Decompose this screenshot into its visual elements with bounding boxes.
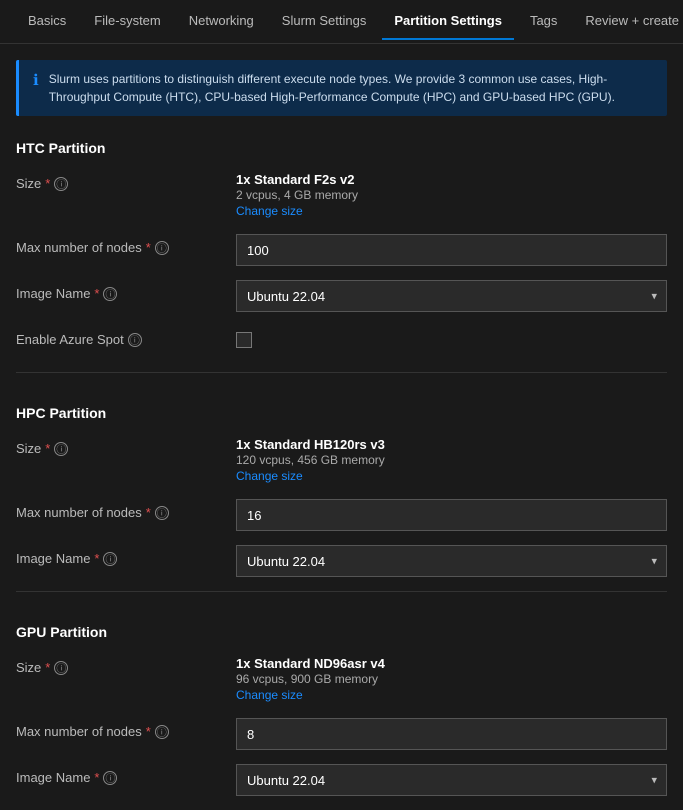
nav-basics[interactable]: Basics xyxy=(16,3,78,40)
gpu-max-nodes-required: * xyxy=(146,724,151,739)
hpc-max-nodes-row: Max number of nodes * ⓘ xyxy=(16,499,667,531)
htc-azure-spot-row: Enable Azure Spot ⓘ xyxy=(16,326,667,358)
htc-title: HTC Partition xyxy=(16,140,667,156)
htc-size-display: 1x Standard F2s v2 2 vcpus, 4 GB memory … xyxy=(236,170,667,220)
htc-image-select[interactable]: Ubuntu 22.04 Ubuntu 20.04 CentOS 7 xyxy=(236,280,667,312)
gpu-size-name: 1x Standard ND96asr v4 xyxy=(236,656,667,671)
htc-max-nodes-info-icon[interactable]: ⓘ xyxy=(155,241,169,255)
htc-image-label: Image Name * ⓘ xyxy=(16,280,236,301)
hpc-max-nodes-info-icon[interactable]: ⓘ xyxy=(155,506,169,520)
nav-partition[interactable]: Partition Settings xyxy=(382,3,514,40)
htc-size-info-icon[interactable]: ⓘ xyxy=(54,177,68,191)
gpu-change-size-link[interactable]: Change size xyxy=(236,688,667,702)
hpc-image-label: Image Name * ⓘ xyxy=(16,545,236,566)
gpu-size-row: Size * ⓘ 1x Standard ND96asr v4 96 vcpus… xyxy=(16,654,667,704)
hpc-image-select[interactable]: Ubuntu 22.04 Ubuntu 20.04 CentOS 7 xyxy=(236,545,667,577)
nav-slurm[interactable]: Slurm Settings xyxy=(270,3,379,40)
gpu-title: GPU Partition xyxy=(16,624,667,640)
nav-review[interactable]: Review + create xyxy=(573,3,683,40)
hpc-image-row: Image Name * ⓘ Ubuntu 22.04 Ubuntu 20.04… xyxy=(16,545,667,577)
hpc-divider xyxy=(16,591,667,592)
htc-change-size-link[interactable]: Change size xyxy=(236,204,667,218)
hpc-partition-section: HPC Partition Size * ⓘ 1x Standard HB120… xyxy=(0,389,683,577)
gpu-image-row: Image Name * ⓘ Ubuntu 22.04 Ubuntu 20.04… xyxy=(16,764,667,796)
hpc-size-label: Size * ⓘ xyxy=(16,435,236,456)
htc-max-nodes-control xyxy=(236,234,667,266)
hpc-size-display: 1x Standard HB120rs v3 120 vcpus, 456 GB… xyxy=(236,435,667,485)
htc-max-nodes-row: Max number of nodes * ⓘ xyxy=(16,234,667,266)
gpu-size-label: Size * ⓘ xyxy=(16,654,236,675)
navigation: Basics File-system Networking Slurm Sett… xyxy=(0,0,683,44)
info-icon: ℹ xyxy=(33,71,39,89)
gpu-size-detail: 96 vcpus, 900 GB memory xyxy=(236,672,667,686)
gpu-image-info-icon[interactable]: ⓘ xyxy=(103,771,117,785)
gpu-size-info-icon[interactable]: ⓘ xyxy=(54,661,68,675)
hpc-image-control: Ubuntu 22.04 Ubuntu 20.04 CentOS 7 ▾ xyxy=(236,545,667,577)
htc-size-label: Size * ⓘ xyxy=(16,170,236,191)
info-banner: ℹ Slurm uses partitions to distinguish d… xyxy=(16,60,667,116)
gpu-max-nodes-info-icon[interactable]: ⓘ xyxy=(155,725,169,739)
nav-networking[interactable]: Networking xyxy=(177,3,266,40)
htc-size-required: * xyxy=(45,176,50,191)
htc-image-row: Image Name * ⓘ Ubuntu 22.04 Ubuntu 20.04… xyxy=(16,280,667,312)
hpc-max-nodes-control xyxy=(236,499,667,531)
htc-max-nodes-required: * xyxy=(146,240,151,255)
htc-image-info-icon[interactable]: ⓘ xyxy=(103,287,117,301)
htc-azure-spot-checkbox[interactable] xyxy=(236,332,252,348)
hpc-max-nodes-required: * xyxy=(146,505,151,520)
gpu-partition-section: GPU Partition Size * ⓘ 1x Standard ND96a… xyxy=(0,608,683,796)
htc-azure-spot-control xyxy=(236,326,667,351)
htc-azure-spot-label: Enable Azure Spot ⓘ xyxy=(16,326,236,347)
hpc-size-required: * xyxy=(45,441,50,456)
htc-size-row: Size * ⓘ 1x Standard F2s v2 2 vcpus, 4 G… xyxy=(16,170,667,220)
hpc-size-name: 1x Standard HB120rs v3 xyxy=(236,437,667,452)
htc-size-name: 1x Standard F2s v2 xyxy=(236,172,667,187)
htc-image-required: * xyxy=(94,286,99,301)
htc-max-nodes-label: Max number of nodes * ⓘ xyxy=(16,234,236,255)
hpc-size-detail: 120 vcpus, 456 GB memory xyxy=(236,453,667,467)
hpc-change-size-link[interactable]: Change size xyxy=(236,469,667,483)
hpc-max-nodes-input[interactable] xyxy=(236,499,667,531)
htc-azure-spot-info-icon[interactable]: ⓘ xyxy=(128,333,142,347)
htc-divider xyxy=(16,372,667,373)
hpc-image-info-icon[interactable]: ⓘ xyxy=(103,552,117,566)
nav-tags[interactable]: Tags xyxy=(518,3,569,40)
hpc-max-nodes-label: Max number of nodes * ⓘ xyxy=(16,499,236,520)
nav-filesystem[interactable]: File-system xyxy=(82,3,172,40)
gpu-image-control: Ubuntu 22.04 Ubuntu 20.04 CentOS 7 ▾ xyxy=(236,764,667,796)
hpc-size-info-icon[interactable]: ⓘ xyxy=(54,442,68,456)
gpu-image-required: * xyxy=(94,770,99,785)
hpc-size-row: Size * ⓘ 1x Standard HB120rs v3 120 vcpu… xyxy=(16,435,667,485)
gpu-max-nodes-control xyxy=(236,718,667,750)
gpu-size-display: 1x Standard ND96asr v4 96 vcpus, 900 GB … xyxy=(236,654,667,704)
htc-size-detail: 2 vcpus, 4 GB memory xyxy=(236,188,667,202)
htc-partition-section: HTC Partition Size * ⓘ 1x Standard F2s v… xyxy=(0,124,683,358)
gpu-size-required: * xyxy=(45,660,50,675)
info-banner-text: Slurm uses partitions to distinguish dif… xyxy=(49,70,653,106)
hpc-title: HPC Partition xyxy=(16,405,667,421)
hpc-image-required: * xyxy=(94,551,99,566)
htc-max-nodes-input[interactable] xyxy=(236,234,667,266)
gpu-max-nodes-input[interactable] xyxy=(236,718,667,750)
htc-image-control: Ubuntu 22.04 Ubuntu 20.04 CentOS 7 ▾ xyxy=(236,280,667,312)
gpu-max-nodes-row: Max number of nodes * ⓘ xyxy=(16,718,667,750)
gpu-image-label: Image Name * ⓘ xyxy=(16,764,236,785)
gpu-image-select[interactable]: Ubuntu 22.04 Ubuntu 20.04 CentOS 7 xyxy=(236,764,667,796)
